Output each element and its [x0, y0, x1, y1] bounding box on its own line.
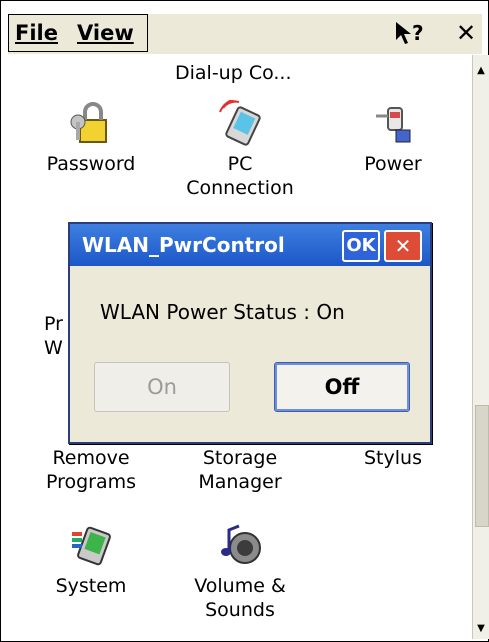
vertical-scrollbar[interactable]: ▲ ▼: [472, 55, 489, 639]
password-item[interactable]: Password: [36, 100, 146, 176]
pointer-help-icon: ?: [396, 21, 424, 45]
pc-connection-icon: [219, 100, 261, 146]
menu-file[interactable]: File: [15, 21, 58, 45]
scroll-down-arrow-icon[interactable]: ▼: [473, 621, 489, 637]
wlan-status-text: WLAN Power Status : On: [100, 300, 345, 324]
power-item[interactable]: Power: [338, 100, 448, 176]
volume-sounds-label-line2: Sounds: [205, 599, 275, 621]
wlan-power-dialog: WLAN_PwrControl OK ✕ WLAN Power Status :…: [68, 222, 432, 444]
dialog-title-bar: WLAN_PwrControl OK ✕: [70, 224, 430, 266]
remove-programs-label-line1: Remove: [52, 447, 130, 469]
storage-manager-item[interactable]: Storage Manager: [185, 446, 295, 494]
menu-file-label: File: [15, 21, 58, 45]
menu-view[interactable]: View: [77, 21, 134, 45]
pc-connection-label-line1: PC: [227, 153, 253, 175]
off-button[interactable]: Off: [274, 362, 410, 412]
system-label: System: [55, 575, 127, 597]
dialog-close-button[interactable]: ✕: [384, 230, 422, 262]
scroll-thumb[interactable]: [475, 405, 489, 527]
padlock-icon: [70, 102, 107, 143]
scroll-up-arrow-icon[interactable]: ▲: [473, 63, 489, 79]
volume-speaker-icon: [221, 524, 261, 564]
stylus-label: Stylus: [364, 447, 422, 469]
power-plug-icon: [376, 107, 411, 143]
pc-connection-item[interactable]: PC Connection: [185, 100, 295, 200]
pc-connection-label-line2: Connection: [186, 177, 294, 199]
storage-manager-label-line1: Storage: [202, 447, 278, 469]
help-button[interactable]: ?: [394, 20, 428, 52]
system-icon: [72, 526, 111, 566]
dialog-title: WLAN_PwrControl: [82, 233, 285, 257]
remove-programs-item[interactable]: Remove Programs: [36, 446, 146, 494]
menu-view-label: View: [77, 21, 134, 45]
system-item[interactable]: System: [36, 522, 146, 598]
power-label: Power: [364, 153, 422, 175]
remove-programs-label-line2: Programs: [45, 471, 137, 493]
menu-group: File View: [8, 14, 148, 52]
storage-manager-label-line2: Manager: [198, 471, 282, 493]
on-button[interactable]: On: [94, 362, 230, 412]
help-question-mark: ?: [412, 21, 424, 45]
menu-bar: File View ? ✕: [8, 14, 482, 54]
stylus-item[interactable]: Stylus: [338, 446, 448, 470]
volume-sounds-label-line1: Volume &: [194, 575, 286, 597]
dialog-ok-button[interactable]: OK: [342, 230, 380, 262]
dialup-connection-label[interactable]: Dial-up Co...: [175, 62, 292, 84]
close-button[interactable]: ✕: [452, 16, 480, 50]
volume-sounds-item[interactable]: Volume & Sounds: [185, 522, 295, 622]
password-label: Password: [46, 153, 136, 175]
